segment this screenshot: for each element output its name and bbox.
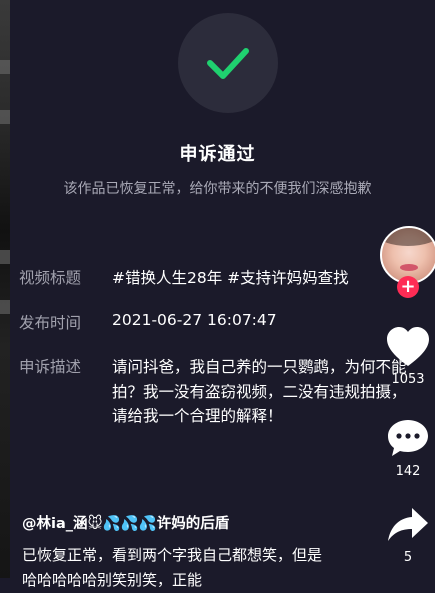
dialog-title: 申诉通过 [179,144,256,165]
dialog-subtitle: 该作品已恢复正常，给你带来的不便我们深感抱歉 [63,181,372,197]
comment-username[interactable]: @林ia_涵🐭💦💦💦许妈的后盾 [22,512,229,533]
comment-icon [388,420,428,456]
avatar-hair [382,228,435,246]
success-badge [178,13,278,113]
appeal-desc-value: 请问抖爸，我自己养的一只鹦鹉，为何不能拍？我一没有盗窃视频，二没有违规拍摄，请给… [112,358,407,425]
video-title-label: 视频标题 [19,269,82,287]
like-count: 1053 [391,372,425,387]
strip-mark [0,110,10,124]
follow-button[interactable]: + [397,276,419,298]
publish-time-label: 发布时间 [19,314,82,332]
comment-text: 已恢复正常，看到两个字我自己都想笑，但是哈哈哈哈哈别笑别笑，正能 [22,546,323,589]
share-count: 5 [403,550,413,565]
comment-count: 142 [395,464,421,479]
strip-mark [0,300,10,314]
avatar-lips [400,264,418,271]
appeal-desc-label: 申诉描述 [19,358,82,376]
check-icon [207,48,249,79]
video-title-value: #错换人生28年 #支持许妈妈查找 [112,269,349,287]
strip-mark [0,250,10,264]
comment-button[interactable]: 142 [382,418,434,479]
share-icon [388,508,428,541]
share-button[interactable]: 5 [382,506,434,565]
like-button[interactable]: 1053 [382,326,434,387]
heart-icon [387,327,429,366]
strip-mark [0,60,10,74]
publish-time-value: 2021-06-27 16:07:47 [112,311,277,329]
background-video-strip [0,0,10,578]
plus-icon: + [400,276,416,297]
